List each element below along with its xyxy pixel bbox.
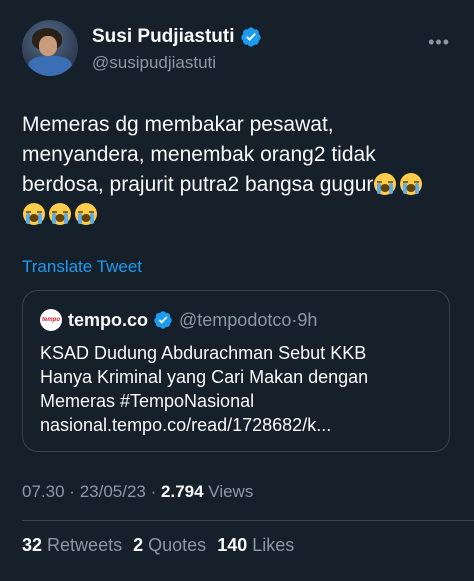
quoted-author-name[interactable]: tempo.co [68, 310, 148, 331]
tweet-meta: 07.30 · 23/05/23 · 2.794 Views [22, 482, 253, 502]
author-name-row[interactable]: Susi Pudjiastuti [92, 26, 262, 48]
quoted-avatar[interactable]: tempo [40, 309, 62, 331]
tweet-stats: 32 Retweets 2 Quotes 140 Likes [22, 535, 300, 556]
likes-label: Likes [252, 535, 295, 555]
quoted-time[interactable]: 9h [297, 310, 317, 331]
quoted-text-line: KSAD Dudung Abdurachman Sebut KKB [40, 343, 367, 363]
quotes-count: 2 [133, 535, 144, 555]
verified-badge-icon [240, 27, 261, 47]
loudly-crying-face-icon [374, 173, 397, 195]
likes-count: 140 [217, 535, 248, 555]
quoted-author-handle[interactable]: @tempodotco [179, 310, 291, 331]
quoted-tweet-card[interactable]: tempo tempo.co @tempodotco · 9h KSAD Dud… [22, 290, 450, 452]
divider [22, 520, 474, 521]
views-label: Views [208, 482, 254, 501]
quotes-stat[interactable]: 2 Quotes [133, 535, 211, 555]
avatar[interactable] [22, 20, 78, 76]
tweet-header: Susi Pudjiastuti @susipudjiastuti ••• [22, 20, 458, 80]
meta-separator: · [69, 482, 75, 501]
quoted-text-line: nasional.tempo.co/read/1728682/k... [40, 415, 332, 435]
loudly-crying-face-icon [400, 173, 423, 195]
quoted-text-line: Hanya Kriminal yang Cari Makan dengan [40, 367, 369, 387]
tweet-date[interactable]: 23/05/23 [80, 482, 146, 501]
tweet-time[interactable]: 07.30 [22, 482, 65, 501]
retweets-count: 32 [22, 535, 43, 555]
quoted-tweet-text: KSAD Dudung Abdurachman Sebut KKB Hanya … [40, 341, 440, 437]
views-count: 2.794 [161, 482, 204, 501]
verified-badge-icon [154, 311, 172, 329]
quoted-tweet-header: tempo tempo.co @tempodotco · 9h [40, 309, 317, 331]
loudly-crying-face-icon [23, 203, 45, 225]
likes-stat[interactable]: 140 Likes [217, 535, 294, 555]
quotes-label: Quotes [148, 535, 207, 555]
translate-tweet-link[interactable]: Translate Tweet [22, 257, 142, 277]
author-handle[interactable]: @susipudjiastuti [92, 53, 216, 73]
loudly-crying-face-icon [49, 203, 71, 225]
retweets-stat[interactable]: 32 Retweets [22, 535, 127, 555]
more-options-icon[interactable]: ••• [428, 32, 450, 53]
author-name[interactable]: Susi Pudjiastuti [92, 26, 235, 48]
loudly-crying-face-icon [75, 203, 97, 225]
meta-separator: · [150, 482, 157, 501]
retweets-label: Retweets [47, 535, 123, 555]
tweet-body: Memeras dg membakar pesawat, menyandera,… [22, 113, 376, 196]
quoted-text-line: Memeras #TempoNasional [40, 391, 255, 411]
tweet-text: Memeras dg membakar pesawat, menyandera,… [22, 110, 452, 230]
